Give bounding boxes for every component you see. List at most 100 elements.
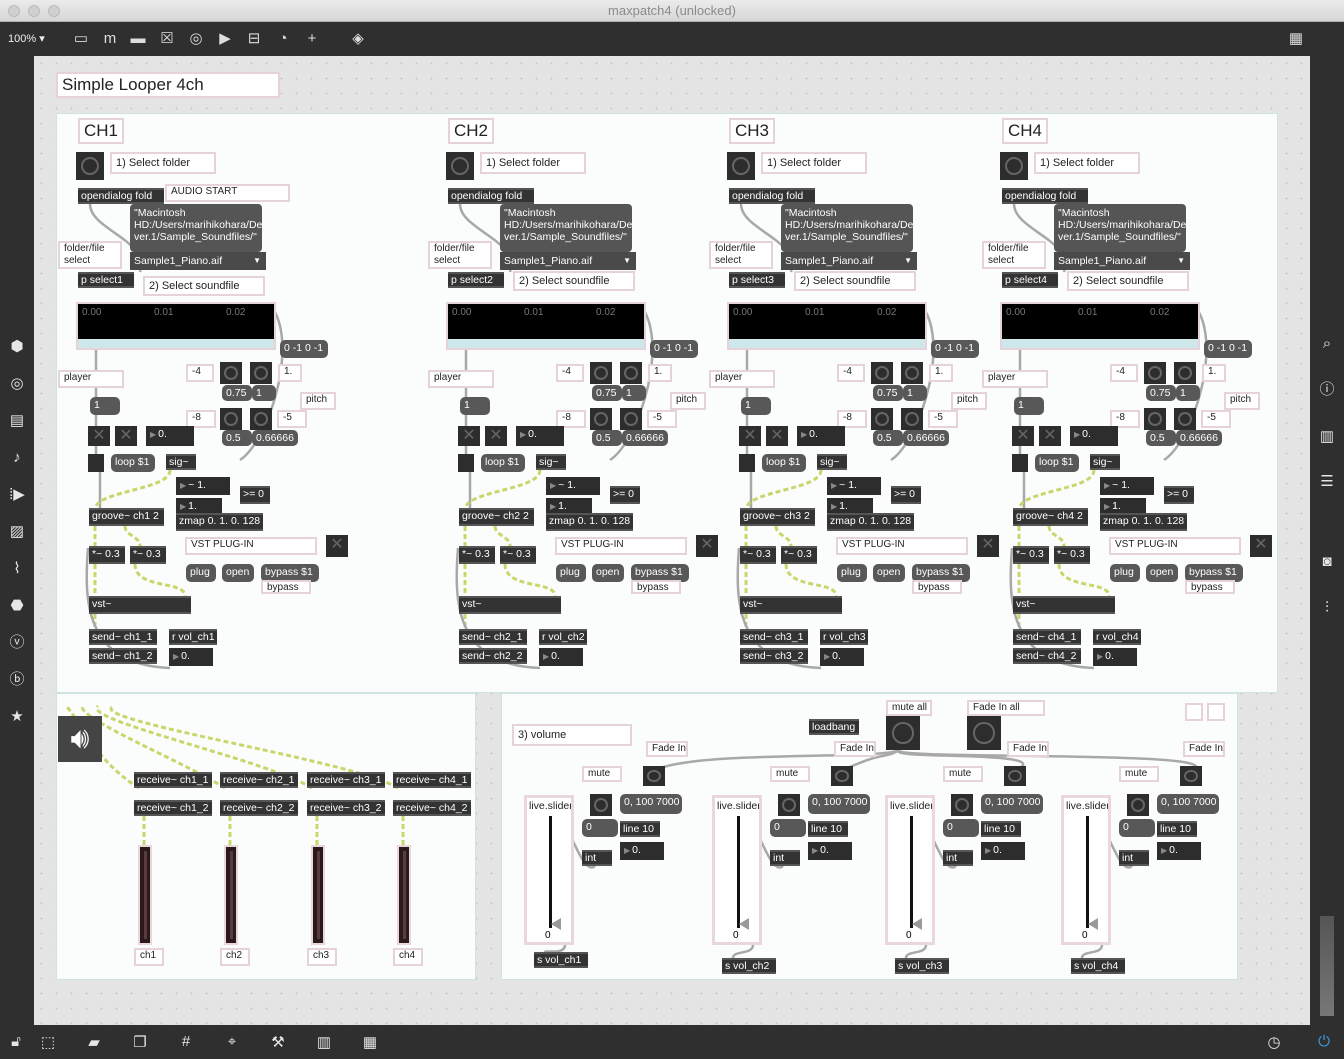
keyboard-icon[interactable]: ▥: [314, 1033, 334, 1051]
plug-message[interactable]: plug: [1110, 564, 1140, 582]
compare-object[interactable]: >= 0: [891, 486, 921, 504]
v-icon[interactable]: ⓥ: [8, 634, 26, 652]
select-folder-button[interactable]: [76, 152, 104, 180]
slider-handle[interactable]: [912, 918, 922, 930]
send-right-object[interactable]: send~ ch3_2: [740, 648, 808, 664]
volume-number[interactable]: 0.: [1093, 648, 1137, 666]
sig-object[interactable]: sig~: [817, 454, 847, 470]
send-left-object[interactable]: send~ ch3_1: [740, 629, 808, 645]
button-icon[interactable]: ◎: [187, 30, 205, 48]
send-volume-object[interactable]: s vol_ch4: [1071, 958, 1125, 974]
plug-message[interactable]: plug: [556, 564, 586, 582]
soundfile-menu[interactable]: Sample1_Piano.aif: [130, 252, 266, 270]
ramp-number[interactable]: 0.: [1157, 842, 1201, 860]
waveform-display[interactable]: 0.00 0.01 0.02: [727, 302, 927, 350]
midi-icon[interactable]: ▦: [360, 1033, 380, 1051]
grid-view-icon[interactable]: ▦: [1287, 30, 1305, 48]
target-icon[interactable]: ◎: [8, 375, 26, 393]
compare-object[interactable]: >= 0: [1164, 486, 1194, 504]
plug-message[interactable]: plug: [837, 564, 867, 582]
ramp-number[interactable]: 0.: [981, 842, 1025, 860]
play-toggle[interactable]: ✕: [1012, 426, 1034, 446]
int-object[interactable]: int: [770, 850, 800, 866]
toggle-one-message[interactable]: 1: [90, 397, 120, 415]
waveform-selection-bar[interactable]: [729, 339, 925, 348]
waveform-selection-bar[interactable]: [448, 339, 644, 348]
paperclip-icon[interactable]: ⌇: [8, 560, 26, 578]
send-left-object[interactable]: send~ ch4_1: [1013, 629, 1081, 645]
opendialog-object[interactable]: opendialog fold: [729, 188, 815, 204]
mute-button[interactable]: [1127, 794, 1149, 816]
zero-message[interactable]: 0: [1119, 819, 1155, 837]
fade-in-button[interactable]: [1180, 766, 1202, 786]
gain-right-object[interactable]: *~ 0.3: [130, 546, 166, 564]
groove-object[interactable]: groove~ ch2 2: [459, 508, 534, 526]
speed-button-3[interactable]: [220, 408, 242, 430]
speed-number[interactable]: ~ 1.: [176, 477, 230, 495]
groove-object[interactable]: groove~ ch3 2: [740, 508, 815, 526]
minimize-window-button[interactable]: [28, 5, 40, 17]
volume-live-slider[interactable]: live.slider 0: [885, 795, 935, 945]
gain-left-object[interactable]: *~ 0.3: [1013, 546, 1049, 564]
zmap-object[interactable]: zmap 0. 1. 0. 128: [1100, 513, 1187, 531]
int-object[interactable]: int: [1119, 850, 1149, 866]
speed-number[interactable]: ~ 1.: [827, 477, 881, 495]
position-number[interactable]: 0.: [1070, 426, 1118, 446]
audio-power-icon[interactable]: ⏻: [1314, 1033, 1334, 1051]
zmap-object[interactable]: zmap 0. 1. 0. 128: [546, 513, 633, 531]
speed-button-2[interactable]: [901, 362, 923, 384]
p-select-object[interactable]: p select3: [729, 272, 785, 288]
speed-button-4[interactable]: [1174, 408, 1196, 430]
compare-object[interactable]: >= 0: [610, 486, 640, 504]
mute-button[interactable]: [778, 794, 800, 816]
receive-left-object[interactable]: receive~ ch2_1: [220, 772, 298, 788]
receive-volume-object[interactable]: r vol_ch1: [169, 629, 217, 645]
groove-object[interactable]: groove~ ch4 2: [1013, 508, 1088, 526]
list-icon[interactable]: ☰: [1318, 473, 1336, 491]
play-toggle[interactable]: ✕: [88, 426, 110, 446]
speed-button-1[interactable]: [1144, 362, 1166, 384]
p-select-object[interactable]: p select4: [1002, 272, 1058, 288]
folder-path-message[interactable]: "Macintosh HD:/Users/marihikohara/Deskto…: [1054, 204, 1186, 252]
ramp-number[interactable]: 0.: [620, 842, 664, 860]
gain-right-object[interactable]: *~ 0.3: [500, 546, 536, 564]
speed-1-message[interactable]: 1: [622, 385, 646, 401]
p-select-object[interactable]: p select2: [448, 272, 504, 288]
snap-icon[interactable]: ⌖: [222, 1033, 242, 1051]
opendialog-object[interactable]: opendialog fold: [1002, 188, 1088, 204]
waveform-display[interactable]: 0.00 0.01 0.02: [1000, 302, 1200, 350]
sig-object[interactable]: sig~: [536, 454, 566, 470]
state-toggle[interactable]: [1012, 454, 1028, 472]
speed-button-2[interactable]: [1174, 362, 1196, 384]
speed-number-2[interactable]: 1.: [827, 498, 873, 514]
speed-05-message[interactable]: 0.5: [873, 430, 903, 446]
zoom-window-button[interactable]: [48, 5, 60, 17]
star-icon[interactable]: ★: [8, 708, 26, 726]
fade-in-all-button[interactable]: [967, 716, 1001, 750]
zmap-object[interactable]: zmap 0. 1. 0. 128: [827, 513, 914, 531]
volume-number[interactable]: 0.: [539, 648, 583, 666]
ramp-number[interactable]: 0.: [808, 842, 852, 860]
speed-button-3[interactable]: [871, 408, 893, 430]
b-icon[interactable]: ⓑ: [8, 671, 26, 689]
p-select-object[interactable]: p select1: [78, 272, 134, 288]
soundfile-menu[interactable]: Sample1_Piano.aif: [781, 252, 917, 270]
fade-in-button[interactable]: [643, 766, 665, 786]
sig-object[interactable]: sig~: [166, 454, 196, 470]
number-icon[interactable]: ▶: [216, 30, 234, 48]
fade-ramp-message[interactable]: 0, 100 7000: [808, 794, 870, 814]
line-object[interactable]: line 10: [620, 821, 660, 837]
comment-bubble-icon[interactable]: ▰: [84, 1033, 104, 1051]
slider-handle[interactable]: [551, 918, 561, 930]
line-object[interactable]: line 10: [1157, 821, 1197, 837]
speed-number[interactable]: ~ 1.: [1100, 477, 1154, 495]
bypass-toggle[interactable]: ✕: [1250, 535, 1272, 557]
send-left-object[interactable]: send~ ch1_1: [89, 629, 157, 645]
compare-object[interactable]: >= 0: [240, 486, 270, 504]
speed-button-4[interactable]: [901, 408, 923, 430]
mute-all-button[interactable]: [886, 716, 920, 750]
state-toggle[interactable]: [88, 454, 104, 472]
range-message[interactable]: 0 -1 0 -1: [650, 340, 698, 358]
range-message[interactable]: 0 -1 0 -1: [931, 340, 979, 358]
send-volume-object[interactable]: s vol_ch3: [895, 958, 949, 974]
